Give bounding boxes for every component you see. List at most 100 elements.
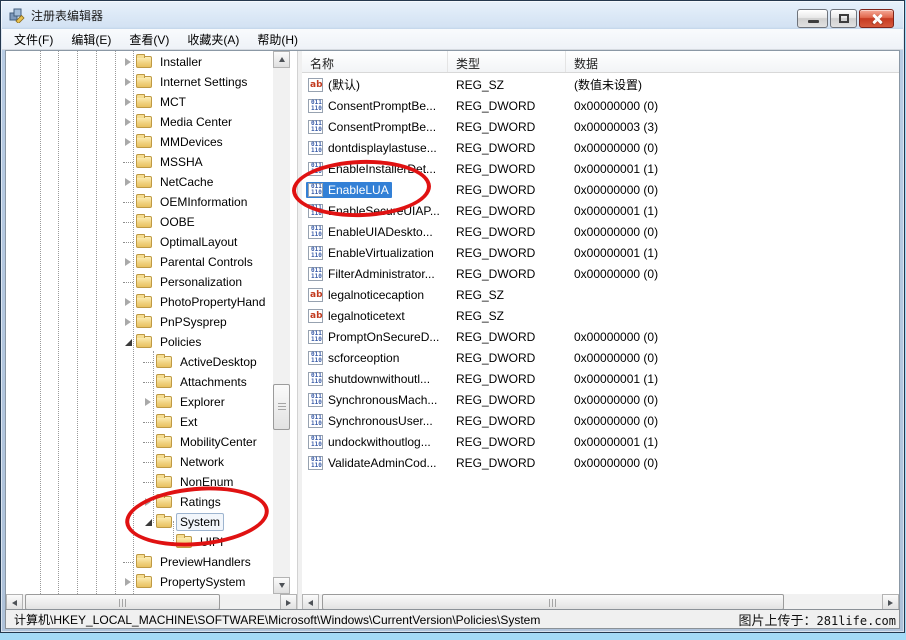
expander-collapsed-icon[interactable]: [122, 138, 134, 146]
list-hscroll-thumb[interactable]: [322, 594, 784, 610]
tree-item-attachments[interactable]: Attachments: [6, 372, 274, 392]
tree-item-pnpsysprep[interactable]: PnPSysprep: [6, 312, 274, 332]
tree-item-personalization[interactable]: Personalization: [6, 272, 274, 292]
registry-value-row[interactable]: dontdisplaylastuse...REG_DWORD0x00000000…: [302, 137, 899, 158]
column-header-data[interactable]: 数据: [566, 51, 899, 72]
scroll-up-button[interactable]: [273, 51, 290, 68]
folder-icon: [136, 236, 152, 248]
menu-item-edit[interactable]: 编辑(E): [62, 29, 120, 50]
menu-item-view[interactable]: 查看(V): [120, 29, 178, 50]
tree-item-mobilitycenter[interactable]: MobilityCenter: [6, 432, 274, 452]
tree-item-activedesktop[interactable]: ActiveDesktop: [6, 352, 274, 372]
expander-collapsed-icon[interactable]: [122, 58, 134, 66]
minimize-button[interactable]: [797, 9, 828, 28]
registry-value-row[interactable]: SynchronousUser...REG_DWORD0x00000000 (0…: [302, 410, 899, 431]
expander-collapsed-icon[interactable]: [122, 78, 134, 86]
tree-item-network[interactable]: Network: [6, 452, 274, 472]
value-data-cell: 0x00000003 (3): [566, 120, 899, 134]
value-name-label: EnableVirtualization: [324, 246, 434, 260]
expander-collapsed-icon[interactable]: [122, 578, 134, 586]
value-icon-art: [308, 435, 323, 449]
tree-item-installer[interactable]: Installer: [6, 52, 274, 72]
expander-collapsed-icon[interactable]: [122, 298, 134, 306]
reg-dword-icon: [308, 372, 324, 386]
tree-item-netcache[interactable]: NetCache: [6, 172, 274, 192]
expander-collapsed-icon[interactable]: [122, 258, 134, 266]
watermark-site: 281life.com: [817, 614, 896, 628]
registry-value-row[interactable]: scforceoptionREG_DWORD0x00000000 (0): [302, 347, 899, 368]
expander-collapsed-icon[interactable]: [122, 98, 134, 106]
expander-collapsed-icon[interactable]: [122, 318, 134, 326]
dotted-connector: [123, 222, 133, 223]
registry-value-row[interactable]: ConsentPromptBe...REG_DWORD0x00000000 (0…: [302, 95, 899, 116]
tree-hscroll-thumb[interactable]: [25, 594, 220, 610]
registry-value-row[interactable]: (默认)REG_SZ(数值未设置): [302, 74, 899, 95]
menu-item-file[interactable]: 文件(F): [5, 29, 62, 50]
folder-icon: [136, 216, 152, 228]
registry-value-row[interactable]: ConsentPromptBe...REG_DWORD0x00000003 (3…: [302, 116, 899, 137]
tree-item-ext[interactable]: Ext: [6, 412, 274, 432]
registry-value-row[interactable]: ValidateAdminCod...REG_DWORD0x00000000 (…: [302, 452, 899, 473]
value-name-label: EnableUIADeskto...: [324, 225, 433, 239]
registry-value-row[interactable]: legalnoticetextREG_SZ: [302, 305, 899, 326]
value-name-cell: SynchronousUser...: [302, 413, 448, 429]
column-header-type[interactable]: 类型: [448, 51, 566, 72]
title-bar[interactable]: 注册表编辑器: [1, 1, 904, 29]
tree-item-label: Parental Controls: [156, 253, 257, 271]
close-button[interactable]: [859, 9, 894, 28]
value-name-label: scforceoption: [324, 351, 399, 365]
tree-item-label: OEMInformation: [156, 193, 251, 211]
value-name-wrap: SynchronousUser...: [306, 413, 436, 429]
registry-value-row[interactable]: EnableVirtualizationREG_DWORD0x00000001 …: [302, 242, 899, 263]
column-header-name[interactable]: 名称: [302, 51, 448, 72]
value-icon-art: [308, 393, 323, 407]
tree-item-explorer[interactable]: Explorer: [6, 392, 274, 412]
value-name-label: shutdownwithoutl...: [324, 372, 430, 386]
registry-value-row[interactable]: FilterAdministrator...REG_DWORD0x0000000…: [302, 263, 899, 284]
value-icon-art: [308, 330, 323, 344]
folder-icon: [136, 576, 152, 588]
tree-item-mssha[interactable]: MSSHA: [6, 152, 274, 172]
tree-item-internet-settings[interactable]: Internet Settings: [6, 72, 274, 92]
tree-item-mmdevices[interactable]: MMDevices: [6, 132, 274, 152]
registry-value-row[interactable]: legalnoticecaptionREG_SZ: [302, 284, 899, 305]
registry-value-row[interactable]: EnableUIADeskto...REG_DWORD0x00000000 (0…: [302, 221, 899, 242]
tree-item-oobe[interactable]: OOBE: [6, 212, 274, 232]
tree-item-propertysystem[interactable]: PropertySystem: [6, 572, 274, 592]
tree-item-parental-controls[interactable]: Parental Controls: [6, 252, 274, 272]
scroll-down-button[interactable]: [273, 577, 290, 594]
value-data-cell: 0x00000001 (1): [566, 246, 899, 260]
expander-expanded-icon[interactable]: [122, 339, 134, 346]
expander-collapsed-icon[interactable]: [142, 398, 154, 406]
tree-item-label: Media Center: [156, 113, 236, 131]
tree-item-policies[interactable]: Policies: [6, 332, 274, 352]
expander-collapsed-icon[interactable]: [122, 118, 134, 126]
values-list-panel: 名称类型数据 (默认)REG_SZ(数值未设置)ConsentPromptBe.…: [302, 51, 899, 594]
value-name-wrap: EnableUIADeskto...: [306, 224, 436, 240]
registry-value-row[interactable]: SynchronousMach...REG_DWORD0x00000000 (0…: [302, 389, 899, 410]
value-type-cell: REG_SZ: [448, 309, 566, 323]
registry-value-row[interactable]: PromptOnSecureD...REG_DWORD0x00000000 (0…: [302, 326, 899, 347]
maximize-button[interactable]: [830, 9, 857, 28]
tree-item-label: Installer: [156, 53, 206, 71]
triangle-collapsed-icon: [125, 58, 131, 66]
tree-item-label: MCT: [156, 93, 190, 111]
tree-item-mct[interactable]: MCT: [6, 92, 274, 112]
tree-vertical-scrollbar[interactable]: [273, 51, 290, 594]
menu-item-favorites[interactable]: 收藏夹(A): [178, 29, 248, 50]
value-name-cell: PromptOnSecureD...: [302, 329, 448, 345]
menu-item-help[interactable]: 帮助(H): [248, 29, 307, 50]
expander-collapsed-icon[interactable]: [122, 178, 134, 186]
tree-item-previewhandlers[interactable]: PreviewHandlers: [6, 552, 274, 572]
tree-item-optimallayout[interactable]: OptimalLayout: [6, 232, 274, 252]
value-name-cell: EnableUIADeskto...: [302, 224, 448, 240]
registry-value-row[interactable]: undockwithoutlog...REG_DWORD0x00000001 (…: [302, 431, 899, 452]
folder-icon: [156, 356, 172, 368]
tree-item-oeminformation[interactable]: OEMInformation: [6, 192, 274, 212]
tree-vscroll-thumb[interactable]: [273, 384, 290, 430]
registry-value-row[interactable]: shutdownwithoutl...REG_DWORD0x00000001 (…: [302, 368, 899, 389]
tree-item-media-center[interactable]: Media Center: [6, 112, 274, 132]
folder-icon: [136, 316, 152, 328]
tree-item-photopropertyhand[interactable]: PhotoPropertyHand: [6, 292, 274, 312]
reg-dword-icon: [308, 351, 324, 365]
